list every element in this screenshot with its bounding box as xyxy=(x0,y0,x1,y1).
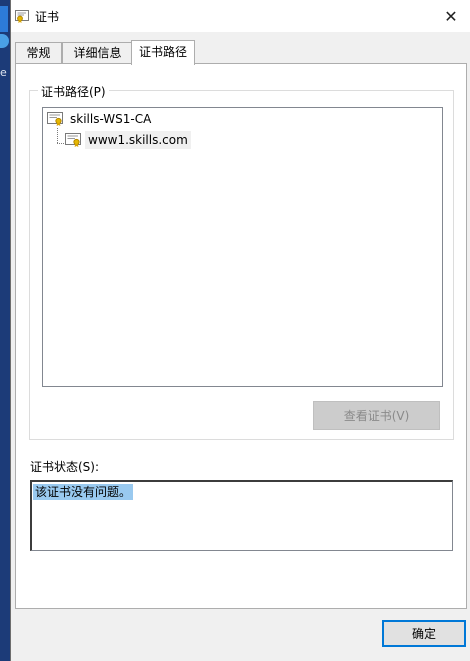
tab-general[interactable]: 常规 xyxy=(15,42,62,63)
certificate-icon xyxy=(47,112,63,126)
tab-details[interactable]: 详细信息 xyxy=(62,42,133,63)
certificate-status-text: 该证书没有问题。 xyxy=(33,484,134,500)
tree-connector xyxy=(57,128,58,143)
ok-button[interactable]: 确定 xyxy=(382,620,466,647)
desktop-app-icon[interactable] xyxy=(0,6,8,32)
desktop-edge-text: e xyxy=(0,66,7,79)
certificate-dialog: 证书 ✕ 常规 详细信息 证书路径 证书路径(P) skills-WS1-CA … xyxy=(10,0,470,661)
title-bar[interactable]: 证书 ✕ xyxy=(11,0,470,32)
tree-node-root[interactable]: skills-WS1-CA xyxy=(47,110,154,128)
certificate-status-box[interactable]: 该证书没有问题。 xyxy=(30,480,453,551)
desktop-globe-icon[interactable] xyxy=(0,34,9,48)
tab-panel: 证书路径(P) skills-WS1-CA www1.skills.com 查看… xyxy=(15,63,467,609)
certificate-status-label: 证书状态(S): xyxy=(30,460,100,474)
tree-node-label: skills-WS1-CA xyxy=(70,112,152,126)
tree-node-label: www1.skills.com xyxy=(85,131,191,149)
certification-path-group: 证书路径(P) skills-WS1-CA www1.skills.com 查看… xyxy=(29,83,454,440)
desktop-background: e xyxy=(0,0,10,661)
certification-path-tree[interactable]: skills-WS1-CA www1.skills.com xyxy=(42,107,443,387)
window-title: 证书 xyxy=(35,10,60,24)
close-icon: ✕ xyxy=(444,6,458,26)
view-certificate-button[interactable]: 查看证书(V) xyxy=(313,401,440,430)
tab-certification-path[interactable]: 证书路径 xyxy=(131,40,195,65)
tree-node-leaf[interactable]: www1.skills.com xyxy=(65,131,191,149)
close-button[interactable]: ✕ xyxy=(431,0,470,32)
certificate-app-icon xyxy=(15,10,29,23)
certification-path-label: 证书路径(P) xyxy=(38,83,109,100)
certificate-icon xyxy=(65,133,81,147)
